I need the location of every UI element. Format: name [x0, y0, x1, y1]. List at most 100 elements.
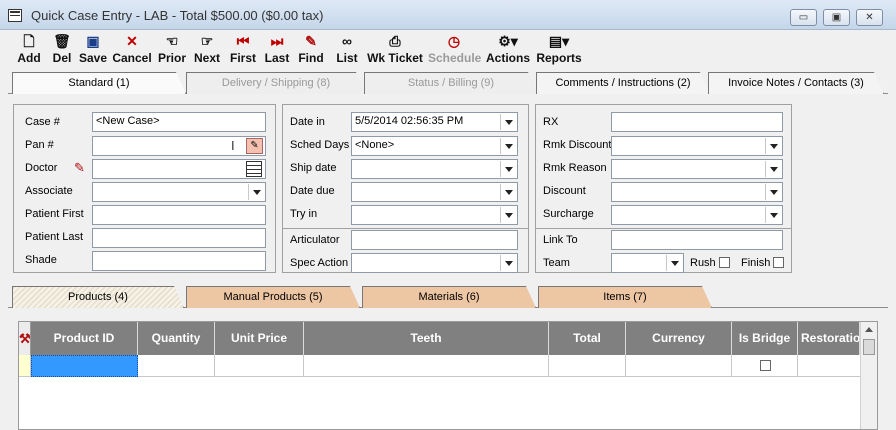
glasses-icon: ∞: [342, 33, 352, 49]
last-button[interactable]: ⏭ Last: [262, 31, 292, 67]
is-bridge-checkbox[interactable]: [760, 360, 771, 371]
add-button[interactable]: 🗋 Add: [14, 31, 44, 67]
doctor-lookup-icon[interactable]: ✎: [74, 160, 85, 176]
sched-days-label: Sched Days: [290, 139, 350, 151]
pan-number-field[interactable]: I ✎: [92, 136, 266, 156]
chevron-down-icon[interactable]: [500, 138, 516, 154]
work-ticket-button[interactable]: ⎙ Wk Ticket: [366, 31, 424, 67]
is-bridge-cell[interactable]: [732, 355, 798, 377]
close-button[interactable]: ✕: [856, 9, 883, 26]
ship-date-select[interactable]: [351, 159, 518, 179]
tab-comments-instructions[interactable]: Comments / Instructions (2): [536, 72, 710, 94]
rmk-discount-select[interactable]: [611, 136, 783, 156]
tab-status-billing[interactable]: Status / Billing (9): [364, 72, 538, 94]
tab-delivery-shipping[interactable]: Delivery / Shipping (8): [186, 72, 366, 94]
chevron-down-icon[interactable]: [765, 207, 781, 223]
tab-materials[interactable]: Materials (6): [362, 286, 536, 308]
column-header[interactable]: Restoration: [798, 322, 860, 355]
column-header[interactable]: Quantity: [138, 322, 215, 355]
sched-days-value: <None>: [355, 139, 395, 151]
rx-field[interactable]: [611, 112, 783, 132]
case-number-field[interactable]: <New Case>: [92, 112, 266, 132]
spec-action-select[interactable]: [351, 253, 518, 273]
team-select[interactable]: [611, 253, 684, 273]
save-button[interactable]: ▣ Save: [78, 31, 108, 67]
link-to-field[interactable]: [611, 230, 783, 250]
minimize-button[interactable]: ▭: [790, 9, 817, 26]
find-button[interactable]: ✎ Find: [296, 31, 326, 67]
date-in-select[interactable]: 5/5/2014 02:56:35 PM: [351, 112, 518, 132]
cancel-button[interactable]: ✕ Cancel: [112, 31, 152, 67]
column-header[interactable]: Is Bridge: [732, 322, 798, 355]
chevron-down-icon[interactable]: [248, 184, 264, 200]
quantity-cell[interactable]: [138, 355, 215, 377]
link-to-label: Link To: [543, 234, 578, 246]
scroll-up-icon[interactable]: [865, 327, 873, 332]
point-left-icon: ☜: [165, 33, 179, 49]
column-header[interactable]: Currency: [626, 322, 732, 355]
restoration-cell[interactable]: [798, 355, 860, 377]
unit-price-cell[interactable]: [215, 355, 304, 377]
grid-corner[interactable]: ⚒: [19, 322, 31, 355]
printer-icon: ⎙: [389, 33, 401, 49]
first-button[interactable]: ⏮ First: [228, 31, 258, 67]
column-header[interactable]: Product ID: [31, 322, 138, 355]
column-header[interactable]: Total: [549, 322, 626, 355]
tab-invoice-notes-contacts[interactable]: Invoice Notes / Contacts (3): [708, 72, 884, 94]
chevron-down-icon[interactable]: [765, 184, 781, 200]
row-indicator[interactable]: [19, 355, 31, 377]
patient-first-label: Patient First: [25, 208, 84, 220]
finish-label: Finish: [741, 257, 771, 269]
scrollbar-thumb[interactable]: [863, 339, 875, 355]
vertical-scrollbar[interactable]: [860, 322, 877, 429]
chevron-down-icon[interactable]: [666, 255, 682, 271]
actions-menu-button[interactable]: ⚙▾ Actions: [486, 31, 530, 67]
chevron-down-icon[interactable]: [500, 184, 516, 200]
chevron-down-icon[interactable]: [765, 161, 781, 177]
restore-button[interactable]: ▣: [823, 9, 850, 26]
eraser-icon[interactable]: ✎: [246, 138, 263, 154]
list-picker-icon[interactable]: [246, 161, 262, 177]
associate-select[interactable]: [92, 182, 266, 202]
product-id-cell[interactable]: [31, 355, 138, 377]
ship-date-label: Ship date: [290, 162, 337, 174]
patient-first-field[interactable]: [92, 205, 266, 225]
sched-days-select[interactable]: <None>: [351, 136, 518, 156]
shade-field[interactable]: [92, 251, 266, 271]
prior-button[interactable]: ☜ Prior: [156, 31, 188, 67]
tab-products[interactable]: Products (4): [12, 286, 184, 308]
list-button[interactable]: ∞ List: [334, 31, 360, 67]
finish-checkbox[interactable]: [773, 257, 784, 268]
chevron-down-icon[interactable]: [500, 255, 516, 271]
date-due-select[interactable]: [351, 182, 518, 202]
chevron-down-icon[interactable]: [500, 161, 516, 177]
tab-standard[interactable]: Standard (1): [12, 72, 186, 94]
teeth-cell[interactable]: [304, 355, 549, 377]
next-button[interactable]: ☞ Next: [192, 31, 222, 67]
delete-button[interactable]: 🗑 Del: [48, 31, 76, 67]
flashlight-icon: ✎: [305, 33, 317, 49]
cancel-x-icon: ✕: [126, 33, 138, 49]
chevron-down-icon[interactable]: [500, 114, 516, 130]
chevron-down-icon[interactable]: [500, 207, 516, 223]
tab-items[interactable]: Items (7): [538, 286, 712, 308]
rmk-reason-select[interactable]: [611, 159, 783, 179]
articulator-field[interactable]: [351, 230, 518, 250]
divider: [283, 228, 528, 229]
date-due-label: Date due: [290, 185, 335, 197]
total-cell[interactable]: [549, 355, 626, 377]
column-header[interactable]: Unit Price: [215, 322, 304, 355]
chevron-down-icon[interactable]: [765, 138, 781, 154]
discount-select[interactable]: [611, 182, 783, 202]
trash-icon: 🗑: [53, 33, 71, 49]
surcharge-select[interactable]: [611, 205, 783, 225]
column-header[interactable]: Teeth: [304, 322, 549, 355]
currency-cell[interactable]: [626, 355, 732, 377]
tab-manual-products[interactable]: Manual Products (5): [186, 286, 360, 308]
try-in-select[interactable]: [351, 205, 518, 225]
reports-menu-button[interactable]: ▤▾ Reports: [536, 31, 582, 67]
doctor-field[interactable]: [92, 159, 266, 179]
patient-last-field[interactable]: [92, 228, 266, 248]
rush-checkbox[interactable]: [719, 257, 730, 268]
schedule-button[interactable]: ◷ Schedule: [428, 31, 481, 67]
